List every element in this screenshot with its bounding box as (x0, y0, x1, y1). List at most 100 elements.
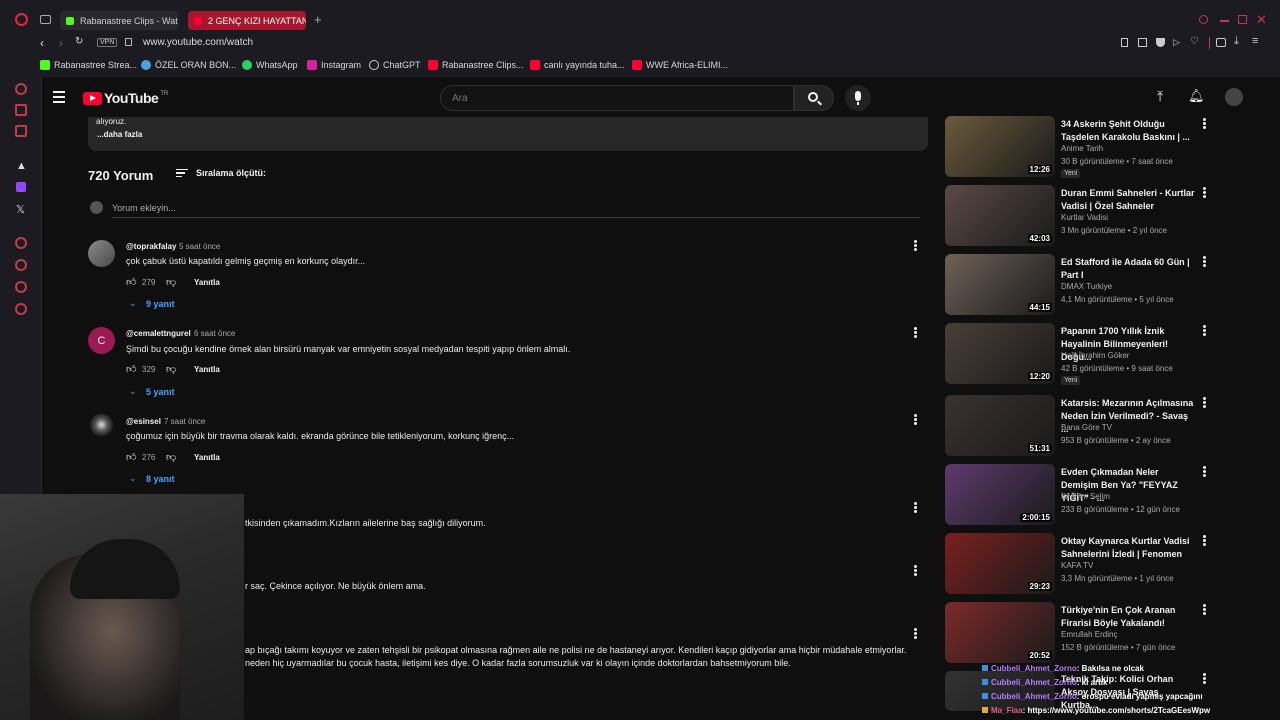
dislike-icon[interactable]: 👎︎ (166, 276, 176, 288)
chevron-down-icon[interactable]: ⌄ (129, 298, 137, 309)
video-thumbnail[interactable]: 29:23 (945, 533, 1055, 594)
history-icon[interactable] (15, 237, 27, 249)
shield-icon[interactable] (1156, 38, 1165, 47)
close-window-button[interactable]: ✕ (1256, 12, 1267, 28)
url-field[interactable]: www.youtube.com/watch (143, 37, 253, 48)
video-menu-icon[interactable] (1203, 187, 1207, 199)
video-thumbnail[interactable]: 20:52 (945, 602, 1055, 663)
comment-time[interactable]: 6 saat önce (194, 329, 235, 338)
comment-avatar[interactable] (88, 414, 115, 441)
arc-icon[interactable]: ▲ (16, 160, 27, 172)
play-icon[interactable]: ▷ (1173, 37, 1180, 48)
tab-overview-icon[interactable] (40, 15, 51, 24)
comment-menu-icon[interactable] (914, 327, 918, 339)
settings-icon[interactable] (15, 303, 27, 315)
video-channel[interactable]: KAFA TV (1061, 561, 1093, 570)
video-title[interactable]: 34 Askerin Şehit Olduğu Taşdelen Karakol… (1061, 118, 1195, 144)
reply-button[interactable]: Yanıtla (194, 365, 220, 374)
tab-active-video[interactable]: 2 GENÇ KIZI HAYATTAN K (188, 11, 306, 30)
video-title[interactable]: Duran Emmi Sahneleri - Kurtlar Vadisi | … (1061, 187, 1195, 213)
video-thumbnail[interactable]: 12:26 (945, 116, 1055, 177)
comment-time[interactable]: 7 saat önce (164, 417, 205, 426)
video-menu-icon[interactable] (1203, 118, 1207, 130)
new-tab-button[interactable]: + (314, 12, 322, 27)
video-thumbnail[interactable]: 44:15 (945, 254, 1055, 315)
maximize-button[interactable] (1238, 15, 1247, 24)
video-thumbnail[interactable]: 42:03 (945, 185, 1055, 246)
chevron-down-icon[interactable]: ⌄ (129, 473, 137, 484)
video-channel[interactable]: DMAX Turkiye (1061, 282, 1112, 291)
comment-time[interactable]: 5 saat önce (179, 242, 220, 251)
bookmark-item[interactable]: Rabanastree Clips... (428, 60, 524, 70)
video-menu-icon[interactable] (1203, 535, 1207, 547)
description-more-link[interactable]: ...daha fazla (97, 130, 142, 139)
voice-search-button[interactable] (845, 85, 871, 111)
video-menu-icon[interactable] (1203, 397, 1207, 409)
youtube-logo[interactable]: YouTube TR (83, 90, 168, 106)
comment-avatar[interactable] (88, 240, 115, 267)
workspace-icon[interactable] (15, 104, 27, 116)
description-box[interactable] (88, 117, 928, 151)
reload-icon[interactable]: ↻ (75, 36, 83, 47)
messenger-icon[interactable] (15, 125, 27, 137)
like-icon[interactable]: 👍︎ (126, 363, 136, 375)
dislike-icon[interactable]: 👎︎ (166, 451, 176, 463)
comment-menu-icon[interactable] (914, 502, 918, 514)
video-title[interactable]: Türkiye'nin En Çok Aranan Firarisi Böyle… (1061, 604, 1195, 630)
bookmark-icon[interactable] (1121, 38, 1128, 47)
replies-toggle[interactable]: 5 yanıt (146, 387, 175, 397)
menu-icon[interactable]: ≡ (1252, 35, 1258, 47)
reply-button[interactable]: Yanıtla (194, 453, 220, 462)
heart-icon[interactable]: ♡ (1190, 36, 1199, 47)
comment-menu-icon[interactable] (914, 240, 918, 252)
video-title[interactable]: Oktay Kaynarca Kurtlar Vadisi Sahnelerin… (1061, 535, 1195, 561)
video-title[interactable]: Ed Stafford ile Adada 60 Gün | Part I (1061, 256, 1195, 282)
video-channel[interactable]: Emrullah Erdinç (1061, 630, 1117, 639)
search-input[interactable] (440, 85, 794, 111)
reply-button[interactable]: Yanıtla (194, 278, 220, 287)
chevron-down-icon[interactable]: ⌄ (129, 386, 137, 397)
extension-icon[interactable] (15, 281, 27, 293)
aria-icon[interactable] (15, 83, 27, 95)
bookmark-item[interactable]: WWE Africa-ELIMI... (632, 60, 728, 70)
video-channel[interactable]: İbrahim Selim (1061, 492, 1110, 501)
video-channel[interactable]: Halil İbrahim Göker (1061, 351, 1129, 360)
video-channel[interactable]: Kurtlar Vadisi (1061, 213, 1108, 222)
clock-icon[interactable] (15, 259, 27, 271)
sort-button[interactable]: Sıralama ölçütü: (176, 168, 266, 178)
add-comment-input[interactable]: Yorum ekleyin... (112, 203, 176, 213)
video-channel[interactable]: Anime Tarih (1061, 144, 1103, 153)
create-upload-icon[interactable]: ⤒ (1157, 88, 1163, 105)
bookmark-item[interactable]: Instagram (307, 60, 361, 70)
comment-handle[interactable]: @toprakfalay (126, 242, 176, 251)
snapshot-icon[interactable] (1138, 38, 1147, 47)
video-thumbnail[interactable]: 2:00:15 (945, 464, 1055, 525)
video-channel[interactable]: Bana Göre TV (1061, 423, 1112, 432)
like-icon[interactable]: 👍︎ (126, 451, 136, 463)
extensions-icon[interactable] (1216, 38, 1226, 47)
opera-logo-icon[interactable] (15, 13, 28, 26)
replies-toggle[interactable]: 8 yanıt (146, 474, 175, 484)
bookmark-item[interactable]: Rabanastree Strea... (40, 60, 137, 70)
video-thumbnail[interactable]: 51:31 (945, 395, 1055, 456)
notifications-bell-icon[interactable]: 🔔︎ (1188, 88, 1205, 104)
comment-menu-icon[interactable] (914, 414, 918, 426)
video-menu-icon[interactable] (1203, 604, 1207, 616)
back-icon[interactable]: ‹ (40, 36, 44, 50)
account-avatar[interactable] (1225, 88, 1243, 106)
search-button[interactable] (794, 85, 834, 111)
bookmark-item[interactable]: canlı yayında tuha... (530, 60, 625, 70)
video-menu-icon[interactable] (1203, 466, 1207, 478)
like-icon[interactable]: 👍︎ (126, 276, 136, 288)
replies-toggle[interactable]: 9 yanıt (146, 299, 175, 309)
comment-menu-icon[interactable] (914, 628, 918, 640)
dislike-icon[interactable]: 👎︎ (166, 363, 176, 375)
bookmark-item[interactable]: WhatsApp (242, 60, 298, 70)
minimize-button[interactable] (1220, 20, 1229, 22)
comment-handle[interactable]: @cemalettngurel (126, 329, 191, 338)
video-thumbnail[interactable]: 12:20 (945, 323, 1055, 384)
comment-menu-icon[interactable] (914, 565, 918, 577)
forward-icon[interactable]: › (59, 36, 63, 50)
vpn-badge[interactable]: VPN (97, 38, 118, 47)
video-menu-icon[interactable] (1203, 325, 1207, 337)
